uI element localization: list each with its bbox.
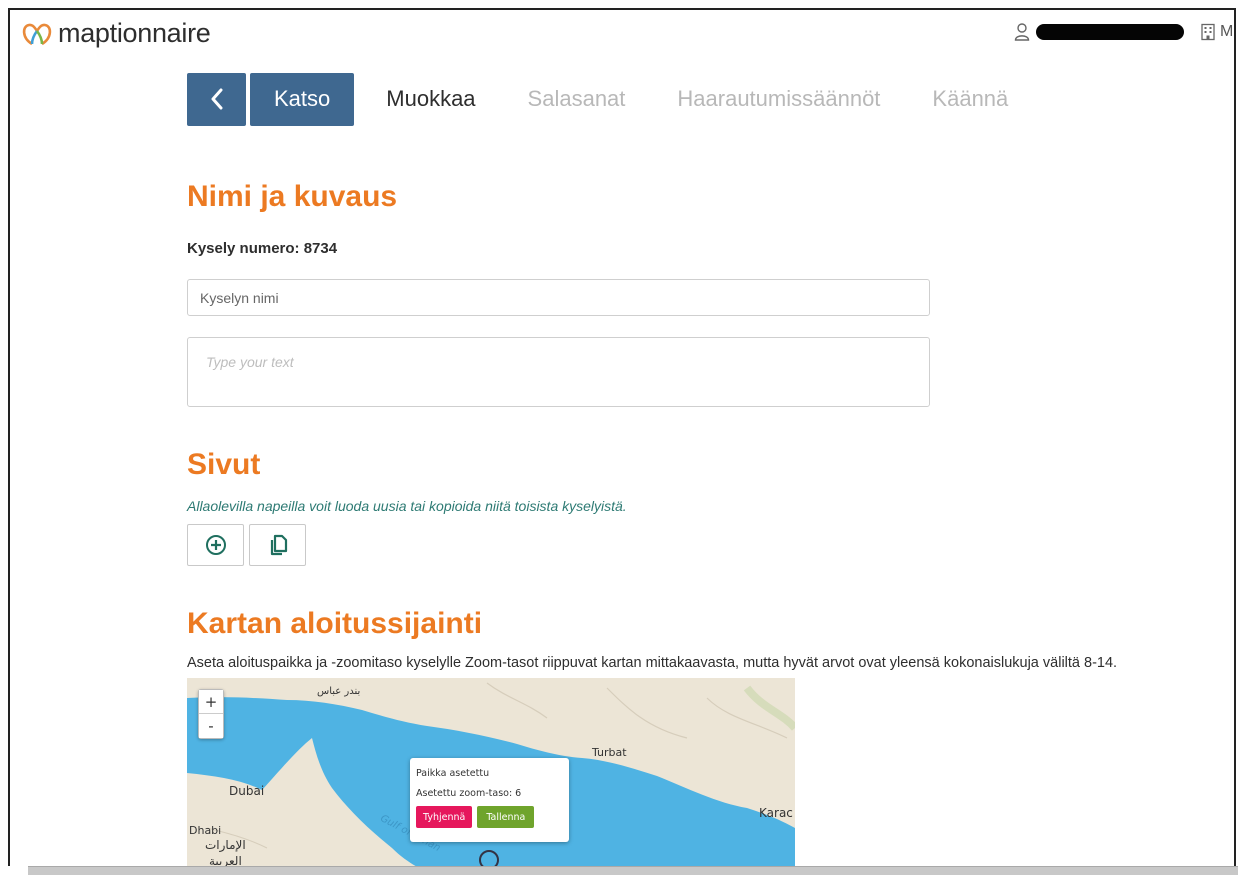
start-location-map[interactable]: + - بندر عباس Turbat Dubai Karac Dhabi ا… [187, 678, 795, 866]
user-area: M [1014, 22, 1234, 42]
logo[interactable]: maptionnaire [20, 18, 211, 49]
clear-location-button[interactable]: Tyhjennä [416, 806, 473, 828]
map-label-turbat: Turbat [592, 746, 627, 759]
redaction-mark [1036, 24, 1184, 40]
popup-status: Paikka asetettu [416, 768, 490, 779]
copy-page-button[interactable] [249, 524, 306, 566]
pages-section-title: Sivut [187, 448, 261, 481]
chevron-left-icon [211, 88, 222, 110]
survey-tabs: Katso Muokkaa Salasanat Haarautumissäänn… [187, 72, 1034, 126]
logo-text: maptionnaire [58, 18, 211, 48]
zoom-in-button[interactable]: + [199, 690, 223, 714]
tab-kaanna[interactable]: Käännä [906, 73, 1034, 126]
plus-circle-icon [205, 535, 226, 555]
map-label-abu-dhabi: Dhabi [189, 824, 222, 837]
user-name[interactable] [1036, 22, 1186, 42]
map-label-dubai: Dubai [229, 784, 265, 798]
top-bar: maptionnaire M [10, 10, 1234, 58]
survey-number: Kysely numero: 8734 [187, 240, 338, 257]
tab-muokkaa[interactable]: Muokkaa [360, 73, 501, 126]
survey-description-input[interactable] [187, 337, 930, 407]
back-button[interactable] [187, 72, 246, 126]
organization-name[interactable]: M [1220, 23, 1234, 41]
horizontal-scrollbar[interactable] [28, 866, 1238, 875]
map-label-emirates: الإمارات [205, 838, 246, 852]
popup-zoom-level: Asetettu zoom-taso: 6 [416, 788, 522, 799]
organization-icon[interactable] [1200, 23, 1216, 41]
name-section-title: Nimi ja kuvaus [187, 180, 398, 213]
browser-frame: maptionnaire M Katso Muokkaa Salasanat H… [8, 8, 1236, 866]
popup-actions: Tyhjennä Tallenna [416, 806, 563, 828]
tab-salasanat[interactable]: Salasanat [502, 73, 652, 126]
map-label-bandar: بندر عباس [317, 686, 361, 697]
maptionnaire-logo-icon [22, 23, 52, 45]
user-icon[interactable] [1014, 23, 1030, 41]
add-page-button[interactable] [187, 524, 244, 566]
zoom-out-button[interactable]: - [199, 714, 223, 738]
location-marker-icon[interactable] [479, 850, 499, 866]
save-location-button[interactable]: Tallenna [477, 806, 535, 828]
map-section-title: Kartan aloitussijainti [187, 607, 483, 640]
survey-name-input[interactable] [187, 279, 930, 316]
map-zoom-control: + - [198, 689, 224, 739]
tab-katso[interactable]: Katso [250, 72, 355, 126]
tab-haarautumissaannot[interactable]: Haarautumissäännöt [651, 73, 906, 126]
map-hint: Aseta aloituspaikka ja -zoomitaso kysely… [187, 655, 1118, 671]
location-popup: Paikka asetettu Asetettu zoom-taso: 6 Ty… [410, 758, 569, 842]
map-label-karachi: Karac [759, 806, 793, 820]
map-label-arabia: العربية [209, 854, 242, 866]
pages-hint: Allaolevilla napeilla voit luoda uusia t… [187, 498, 627, 514]
copy-icon [270, 534, 287, 556]
